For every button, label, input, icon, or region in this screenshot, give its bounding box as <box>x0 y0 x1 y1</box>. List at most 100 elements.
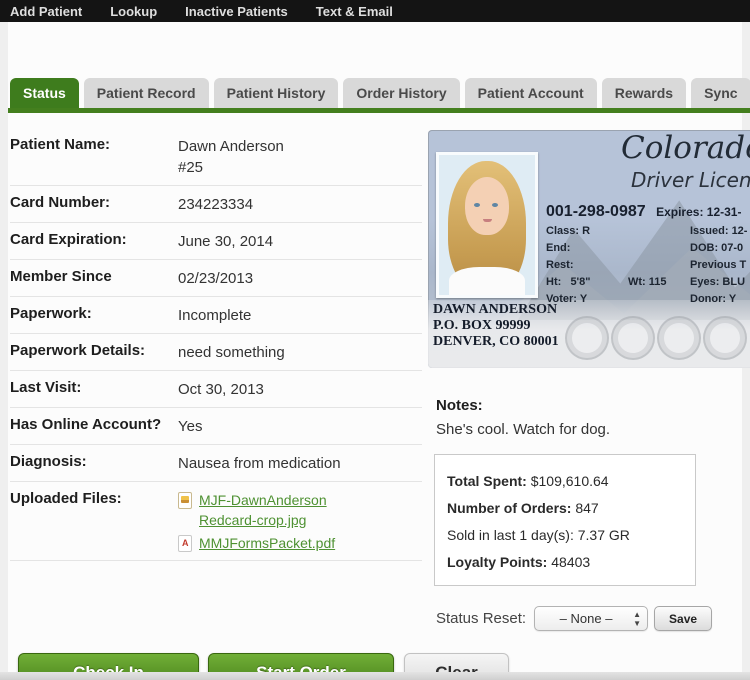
pdf-file-icon <box>178 535 192 552</box>
tab-order-history[interactable]: Order History <box>343 78 459 109</box>
tab-status[interactable]: Status <box>10 78 79 109</box>
license-donor: Donor: Y <box>690 293 736 305</box>
file-name: MMJFormsPacket.pdf <box>199 533 335 553</box>
nav-text-email[interactable]: Text & Email <box>316 4 393 19</box>
license-dob: DOB: 07-0 <box>690 242 743 254</box>
field-row-card-expiration: Card Expiration: June 30, 2014 <box>10 223 422 260</box>
photo-face <box>465 177 509 235</box>
license-previous: Previous T <box>690 259 746 271</box>
field-row-last-visit: Last Visit: Oct 30, 2013 <box>10 371 422 408</box>
patient-fields: Patient Name: Dawn Anderson #25 Card Num… <box>10 128 422 561</box>
photo-shirt <box>449 267 525 298</box>
license-weight: Wt: 115 <box>628 276 667 288</box>
stat-loyalty-points: Loyalty Points: 48403 <box>447 549 683 576</box>
field-label: Paperwork: <box>10 305 178 326</box>
field-row-paperwork-details: Paperwork Details: need something <box>10 334 422 371</box>
field-value: Nausea from medication <box>178 453 341 474</box>
select-stepper-icon: ▲▼ <box>633 610 641 628</box>
tab-sync[interactable]: Sync <box>691 78 750 109</box>
field-label: Patient Name: <box>10 136 178 178</box>
seal-icon <box>611 316 655 360</box>
license-height: Ht: 5'8" <box>546 276 591 288</box>
field-label: Card Number: <box>10 194 178 215</box>
tab-bar: Status Patient Record Patient History Or… <box>10 78 750 109</box>
field-value: 234223334 <box>178 194 253 215</box>
tab-patient-record[interactable]: Patient Record <box>84 78 209 109</box>
image-file-icon <box>178 492 192 509</box>
status-reset-row: Status Reset: – None – ▲▼ Save <box>436 606 712 631</box>
selected-option: – None – <box>560 611 613 626</box>
license-number: 001-298-0987 <box>546 203 646 220</box>
patient-status-page: Add Patient Lookup Inactive Patients Tex… <box>0 0 750 680</box>
driver-license-card: Colorado Driver License 001-298-0987 Exp… <box>428 130 750 368</box>
notes-label: Notes: <box>436 397 483 414</box>
seal-icon <box>657 316 701 360</box>
tab-patient-account[interactable]: Patient Account <box>465 78 597 109</box>
license-issued: Issued: 12- <box>690 225 747 237</box>
photo-mouth <box>483 219 492 222</box>
stat-sold-last-days: Sold in last 1 day(s): 7.37 GR <box>447 522 683 549</box>
notes-text: She's cool. Watch for dog. <box>436 421 610 438</box>
status-reset-label: Status Reset: <box>436 610 526 627</box>
stat-value: 847 <box>575 500 598 516</box>
field-row-diagnosis: Diagnosis: Nausea from medication <box>10 445 422 482</box>
stats-box: Total Spent: $109,610.64 Number of Order… <box>434 454 696 586</box>
status-reset-select[interactable]: – None – ▲▼ <box>534 606 648 631</box>
stat-value: $109,610.64 <box>531 473 609 489</box>
field-row-card-number: Card Number: 234223334 <box>10 186 422 223</box>
field-label: Uploaded Files: <box>10 490 178 553</box>
nav-lookup[interactable]: Lookup <box>110 4 157 19</box>
stat-value: 48403 <box>551 554 590 570</box>
field-value: 02/23/2013 <box>178 268 253 289</box>
license-eyes: Eyes: BLU <box>690 276 745 288</box>
top-nav: Add Patient Lookup Inactive Patients Tex… <box>0 0 750 22</box>
field-label: Last Visit: <box>10 379 178 400</box>
photo-eye <box>474 203 480 207</box>
stat-label: Sold in last 1 day(s): <box>447 527 574 543</box>
content-area: Status Patient Record Patient History Or… <box>8 22 742 672</box>
license-class: Class: R <box>546 225 590 237</box>
license-expires: Expires: 12-31- <box>656 205 741 219</box>
footer-strip <box>0 672 750 680</box>
field-row-uploaded-files: Uploaded Files: MJF-DawnAnderson Redcard… <box>10 482 422 561</box>
license-end: End: <box>546 242 570 254</box>
stat-label: Number of Orders: <box>447 500 571 516</box>
photo-eye <box>492 203 498 207</box>
stat-number-of-orders: Number of Orders: 847 <box>447 495 683 522</box>
file-link-forms-pdf[interactable]: MMJFormsPacket.pdf <box>178 533 335 553</box>
license-number-row: 001-298-0987 Expires: 12-31- <box>546 203 741 221</box>
license-photo <box>436 152 538 298</box>
field-value: Yes <box>178 416 202 437</box>
field-value: Incomplete <box>178 305 251 326</box>
field-label: Card Expiration: <box>10 231 178 252</box>
field-value: Oct 30, 2013 <box>178 379 264 400</box>
file-link-redcard-jpg[interactable]: MJF-DawnAnderson Redcard-crop.jpg <box>178 490 335 530</box>
stat-label: Total Spent: <box>447 473 527 489</box>
nav-add-patient[interactable]: Add Patient <box>10 4 82 19</box>
field-label: Paperwork Details: <box>10 342 178 363</box>
field-row-member-since: Member Since 02/23/2013 <box>10 260 422 297</box>
license-rest: Rest: <box>546 259 574 271</box>
field-label: Diagnosis: <box>10 453 178 474</box>
seal-icon <box>565 316 609 360</box>
field-value: need something <box>178 342 285 363</box>
license-state-title: Colorado <box>621 130 750 166</box>
field-label: Has Online Account? <box>10 416 178 437</box>
license-name-address: DAWN ANDERSON P.O. BOX 99999 DENVER, CO … <box>433 302 559 350</box>
uploaded-file-list: MJF-DawnAnderson Redcard-crop.jpg MMJFor… <box>178 490 335 553</box>
save-button[interactable]: Save <box>654 606 712 631</box>
stat-total-spent: Total Spent: $109,610.64 <box>447 468 683 495</box>
license-seals <box>565 316 747 360</box>
driver-license-image: Colorado Driver License 001-298-0987 Exp… <box>428 130 750 370</box>
license-doc-type: Driver License <box>631 168 750 192</box>
tab-patient-history[interactable]: Patient History <box>214 78 339 109</box>
file-name: MJF-DawnAnderson Redcard-crop.jpg <box>199 490 327 530</box>
field-value: June 30, 2014 <box>178 231 273 252</box>
stat-label: Loyalty Points: <box>447 554 547 570</box>
tab-rewards[interactable]: Rewards <box>602 78 686 109</box>
seal-icon <box>703 316 747 360</box>
tab-underline <box>8 108 750 113</box>
nav-inactive-patients[interactable]: Inactive Patients <box>185 4 288 19</box>
stat-value: 7.37 GR <box>578 527 630 543</box>
field-label: Member Since <box>10 268 178 289</box>
